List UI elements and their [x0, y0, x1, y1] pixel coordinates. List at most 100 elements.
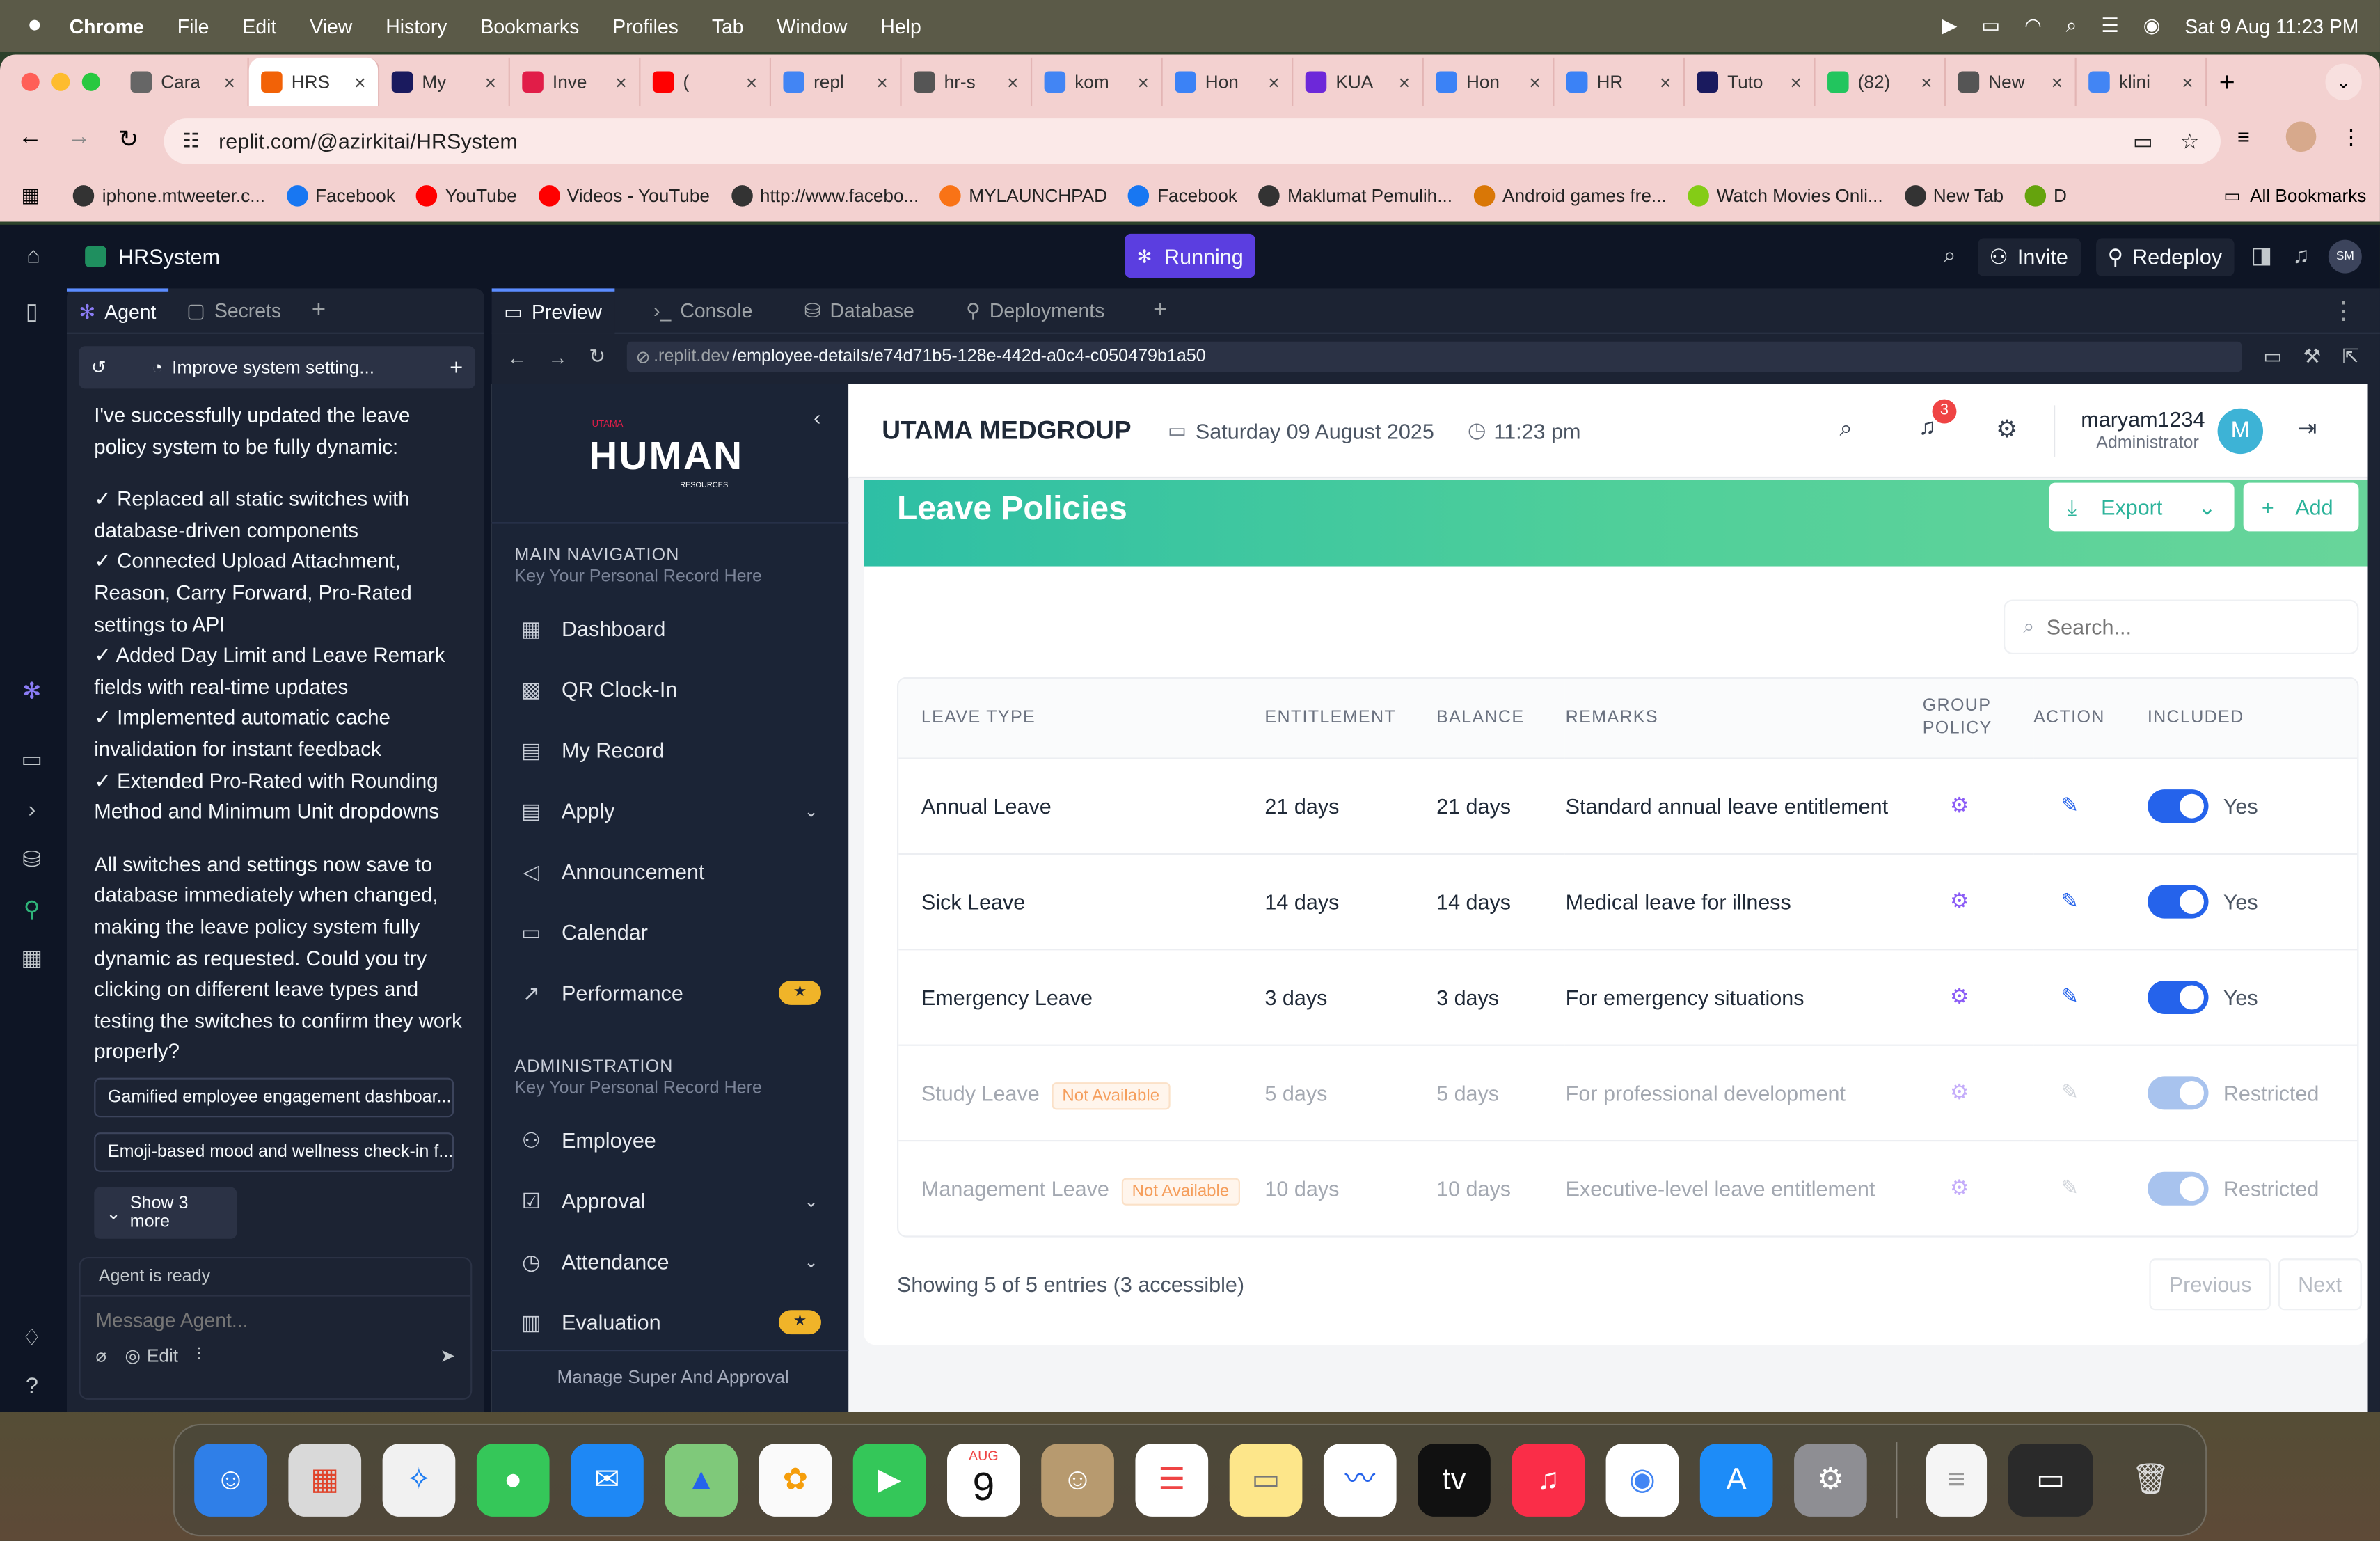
send-icon[interactable]: ➤ — [440, 1344, 455, 1366]
notification-bell-icon[interactable]: ♫ — [1919, 414, 1936, 440]
preview-url-field[interactable]: ⊘ .replit.dev /employee-details/e74d71b5… — [626, 341, 2242, 372]
chrome-menu-icon[interactable]: ⋮ — [2340, 125, 2362, 150]
close-tab-icon[interactable]: × — [1660, 70, 1672, 93]
safari-icon[interactable]: ✧ — [382, 1444, 456, 1517]
included-toggle[interactable] — [2147, 884, 2209, 918]
finder-icon[interactable]: ☺ — [194, 1444, 267, 1517]
edit-icon[interactable]: ✎ — [2061, 793, 2079, 817]
freeform-icon[interactable]: 〰 — [1323, 1444, 1397, 1517]
photos-icon[interactable]: ✿ — [759, 1444, 832, 1517]
devices-icon[interactable]: ▭ — [2263, 345, 2282, 369]
close-tab-icon[interactable]: × — [746, 70, 758, 93]
browser-tab[interactable]: My × — [379, 57, 510, 106]
browser-tab[interactable]: HRS × — [248, 57, 380, 106]
bookmark-item[interactable]: YouTube — [416, 185, 517, 207]
messages-icon[interactable]: ● — [476, 1444, 550, 1517]
user-avatar[interactable]: M — [2217, 408, 2264, 455]
bookmark-item[interactable]: iphone.mtweeter.c... — [73, 185, 265, 207]
layout-icon[interactable]: ◨ — [2249, 244, 2274, 269]
sidebar-item-approval[interactable]: ☑ Approval ⌄ — [492, 1171, 849, 1231]
menubar-item[interactable]: Bookmarks — [480, 15, 579, 38]
invite-button[interactable]: ⚇ Invite — [1976, 237, 2081, 276]
menubar-datetime[interactable]: Sat 9 Aug 11:23 PM — [2184, 15, 2358, 38]
history-icon[interactable]: ↺ — [91, 357, 106, 379]
menubar-item[interactable]: History — [386, 15, 447, 38]
tab-database[interactable]: ⛁ Database — [792, 287, 926, 333]
sidebar-item-apply[interactable]: ▤ Apply ⌄ — [492, 780, 849, 841]
settings-gear-icon[interactable]: ⚙ — [1996, 414, 2017, 445]
bookmark-item[interactable]: Android games fre... — [1473, 185, 1667, 207]
bookmark-item[interactable]: MYLAUNCHPAD — [939, 185, 1107, 207]
sidebar-item-calendar[interactable]: ▭ Calendar — [492, 902, 849, 963]
bookmark-star-icon[interactable]: ☆ — [2180, 128, 2199, 154]
redeploy-button[interactable]: ⚲ Redeploy — [2095, 237, 2235, 276]
alert-rail-icon[interactable]: ♢ — [19, 1326, 44, 1351]
sidebar-item-qr-clock-in[interactable]: ▩ QR Clock-In — [492, 659, 849, 720]
maps-icon[interactable]: ▲ — [665, 1444, 738, 1517]
add-tab-icon[interactable]: + — [1153, 297, 1167, 324]
edit-icon[interactable]: ✎ — [2061, 888, 2079, 912]
included-toggle[interactable] — [2147, 979, 2209, 1013]
help-icon[interactable]: ? — [19, 1375, 44, 1400]
forward-icon[interactable]: → — [67, 125, 91, 152]
new-tab-plus-icon[interactable]: + — [2219, 66, 2235, 98]
nav-footer[interactable]: Manage Super And Approval — [557, 1366, 788, 1388]
contacts-icon[interactable]: ☺ — [1041, 1444, 1114, 1517]
menubar-item[interactable]: File — [177, 15, 209, 38]
browser-tab[interactable]: Cara × — [118, 57, 249, 106]
battery-icon[interactable]: ▭ — [1981, 14, 2000, 38]
launchpad-icon[interactable]: ▦ — [288, 1444, 362, 1517]
close-tab-icon[interactable]: × — [876, 70, 888, 93]
close-tab-icon[interactable]: × — [1007, 70, 1019, 93]
address-bar[interactable]: ☷ replit.com/@azirkitai/HRSystem ▭ ☆ — [164, 118, 2221, 164]
mail-icon[interactable]: ✉ — [571, 1444, 644, 1517]
search-icon[interactable]: ⌕ — [1839, 416, 1852, 442]
bookmark-item[interactable]: New Tab — [1904, 185, 2004, 207]
menubar-item[interactable]: View — [310, 15, 352, 38]
preview-reload-icon[interactable]: ↻ — [589, 345, 605, 369]
appletv-icon[interactable]: tv — [1418, 1444, 1491, 1517]
more-options-icon[interactable]: ⋮ — [2331, 295, 2356, 326]
user-avatar[interactable]: SM — [2328, 239, 2362, 274]
chrome-icon[interactable]: ◉ — [1605, 1444, 1679, 1517]
close-window-dot[interactable] — [21, 72, 40, 91]
group-policy-gear-icon[interactable]: ⚙ — [1950, 1176, 1969, 1200]
tab-search-chevron-icon[interactable]: ⌄ — [2325, 63, 2362, 100]
sidebar-item-performance[interactable]: ↗ Performance ★ — [492, 963, 849, 1023]
browser-tab[interactable]: kom × — [1032, 57, 1163, 106]
browser-tab[interactable]: hr-s × — [902, 57, 1033, 106]
facetime-icon[interactable]: ▶ — [852, 1444, 926, 1517]
edit-mode-button[interactable]: ◎ Edit — [125, 1344, 178, 1366]
bookmark-item[interactable]: http://www.facebo... — [731, 185, 919, 207]
close-tab-icon[interactable]: × — [1790, 70, 1802, 93]
browser-tab[interactable]: Inve × — [510, 57, 641, 106]
browser-tab[interactable]: klini × — [2077, 57, 2207, 106]
settings-sliders-icon[interactable]: ⫶ — [196, 1343, 201, 1366]
apps-grid-icon[interactable]: ▦ — [22, 184, 40, 208]
tab-preview[interactable]: ▭ Preview — [491, 287, 614, 333]
browser-tab[interactable]: Hon × — [1163, 57, 1294, 106]
play-icon[interactable]: ▶ — [1942, 14, 1958, 38]
screenshot-stack-icon[interactable]: ▭ — [2008, 1444, 2093, 1517]
sidebar-item-my-record[interactable]: ▤ My Record — [492, 720, 849, 780]
group-policy-gear-icon[interactable]: ⚙ — [1950, 1080, 1969, 1104]
siri-icon[interactable]: ◉ — [2143, 14, 2161, 38]
menubar-item[interactable]: Window — [777, 15, 848, 38]
control-center-icon[interactable]: ☰ — [2101, 14, 2118, 38]
thread-title[interactable]: Improve system setting... — [172, 357, 374, 379]
site-info-icon[interactable]: ☷ — [182, 129, 200, 153]
suggestion-chip[interactable]: Emoji-based mood and wellness check-in f… — [94, 1132, 454, 1172]
document-icon[interactable]: ≡ — [1926, 1444, 1988, 1517]
add-button[interactable]: + Add — [2243, 482, 2359, 532]
search-input[interactable] — [2046, 615, 2305, 640]
next-button[interactable]: Next — [2278, 1258, 2362, 1311]
logout-icon[interactable]: ⇥ — [2298, 414, 2317, 442]
profile-avatar-icon[interactable] — [2285, 121, 2317, 152]
preview-back-icon[interactable]: ← — [507, 345, 526, 368]
search-icon[interactable]: ⌕ — [1937, 244, 1962, 269]
open-new-tab-icon[interactable]: ⇱ — [2342, 345, 2359, 369]
menubar-item[interactable]: Profiles — [612, 15, 679, 38]
apps-rail-icon[interactable]: ▦ — [19, 947, 44, 972]
previous-button[interactable]: Previous — [2149, 1258, 2271, 1311]
cast-icon[interactable]: ▭ — [2133, 128, 2153, 154]
